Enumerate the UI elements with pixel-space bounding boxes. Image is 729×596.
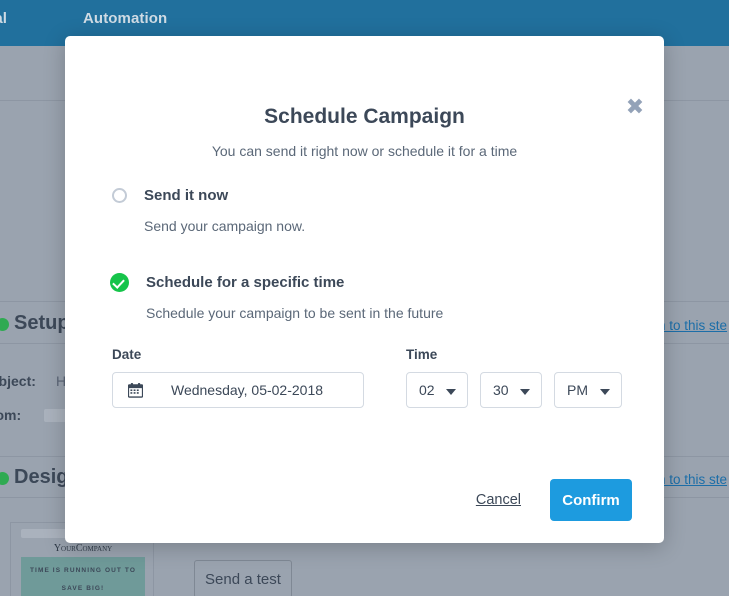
thumbnail-banner-line1: TIME IS RUNNING OUT TO — [21, 557, 145, 575]
meridiem-value: PM — [567, 382, 588, 398]
radio-selected-check-icon[interactable] — [110, 273, 129, 292]
minute-value: 30 — [493, 382, 509, 398]
date-field-group: Date — [112, 347, 402, 408]
option-text: Schedule for a specific time Schedule yo… — [146, 273, 443, 322]
minute-select[interactable]: 30 — [480, 372, 542, 408]
jump-to-step-link-setup[interactable]: n to this ste — [658, 318, 727, 333]
option-schedule-specific-time[interactable]: Schedule for a specific time Schedule yo… — [112, 273, 632, 322]
jump-to-step-link-design[interactable]: n to this ste — [658, 472, 727, 487]
option-text: Send it now Send your campaign now. — [144, 186, 305, 235]
thumbnail-brand: YourCompany — [11, 543, 155, 554]
option-description-schedule: Schedule your campaign to be sent in the… — [146, 304, 443, 322]
meridiem-select[interactable]: PM — [554, 372, 622, 408]
chevron-down-icon — [600, 389, 610, 395]
thumbnail-banner: TIME IS RUNNING OUT TO SAVE BIG! — [21, 557, 145, 596]
time-field-group: Time 02 30 PM — [406, 347, 622, 408]
nav-item-transactional[interactable]: ctional — [0, 10, 7, 27]
thumbnail-banner-line2: SAVE BIG! — [21, 575, 145, 593]
schedule-fields: Date — [112, 347, 622, 408]
date-input[interactable]: Wednesday, 05-02-2018 — [112, 372, 364, 408]
hour-select[interactable]: 02 — [406, 372, 468, 408]
subject-label: ubject: — [0, 373, 36, 389]
modal-subtitle: You can send it right now or schedule it… — [65, 143, 664, 159]
modal-title: Schedule Campaign — [65, 105, 664, 129]
confirm-button[interactable]: Confirm — [550, 479, 632, 521]
radio-unselected-icon[interactable] — [112, 188, 127, 203]
option-title-schedule: Schedule for a specific time — [146, 273, 443, 292]
app-root: ctional Automation Setup n to this ste u… — [0, 0, 729, 596]
step-status-dot-design — [0, 472, 9, 485]
calendar-icon — [128, 382, 143, 398]
time-selects: 02 30 PM — [406, 372, 622, 408]
section-title-setup: Setup — [14, 312, 70, 335]
chevron-down-icon — [446, 389, 456, 395]
date-value: Wednesday, 05-02-2018 — [113, 382, 363, 398]
from-label: rom: — [0, 407, 21, 423]
hour-value: 02 — [419, 382, 435, 398]
schedule-options: Send it now Send your campaign now. Sche… — [112, 186, 632, 322]
option-description-send-now: Send your campaign now. — [144, 217, 305, 235]
time-label: Time — [406, 347, 622, 362]
date-label: Date — [112, 347, 402, 362]
schedule-campaign-modal: ✖ Schedule Campaign You can send it righ… — [65, 36, 664, 543]
modal-footer: Cancel Confirm — [65, 479, 664, 521]
step-status-dot-setup — [0, 318, 9, 331]
option-title-send-now: Send it now — [144, 186, 305, 205]
send-a-test-button[interactable]: Send a test — [194, 560, 292, 596]
option-send-it-now[interactable]: Send it now Send your campaign now. — [112, 186, 632, 235]
nav-item-automation[interactable]: Automation — [83, 10, 167, 27]
chevron-down-icon — [520, 389, 530, 395]
cancel-button[interactable]: Cancel — [476, 492, 521, 508]
